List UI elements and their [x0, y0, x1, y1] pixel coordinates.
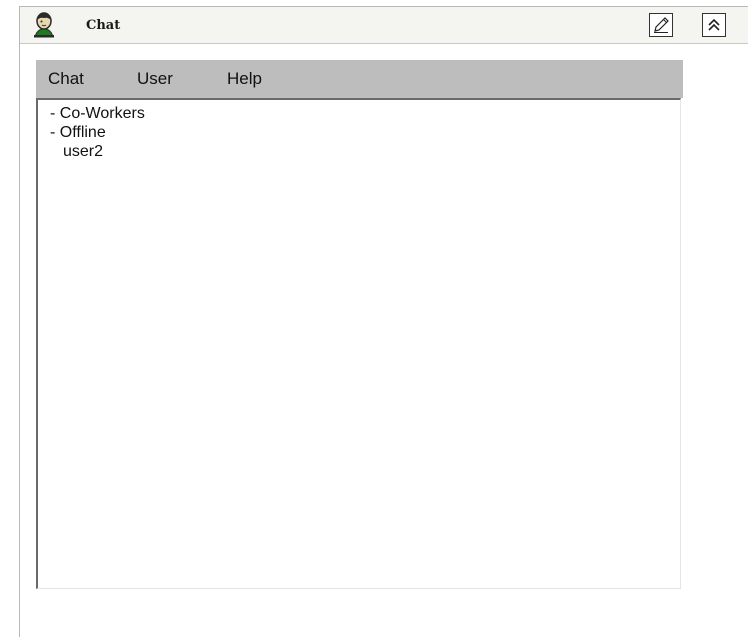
window-title: Chat [86, 18, 121, 33]
menu-user[interactable]: User [137, 69, 173, 89]
contact-tree: - Co-Workers - Offline user2 [36, 98, 681, 589]
title-bar: Chat [20, 7, 748, 44]
menu-help[interactable]: Help [227, 69, 262, 89]
tree-contact-user2[interactable]: user2 [63, 143, 103, 161]
collapse-button[interactable] [702, 13, 726, 37]
tree-group-co-workers[interactable]: - Co-Workers [50, 105, 145, 123]
menu-bar: Chat User Help [36, 60, 683, 98]
menu-chat[interactable]: Chat [48, 69, 84, 89]
tree-group-offline[interactable]: - Offline [50, 124, 106, 142]
edit-button[interactable] [649, 13, 673, 37]
user-head-icon [33, 12, 55, 38]
chat-panel: Chat Chat User Help - Co-Workers - Offli… [19, 6, 748, 637]
